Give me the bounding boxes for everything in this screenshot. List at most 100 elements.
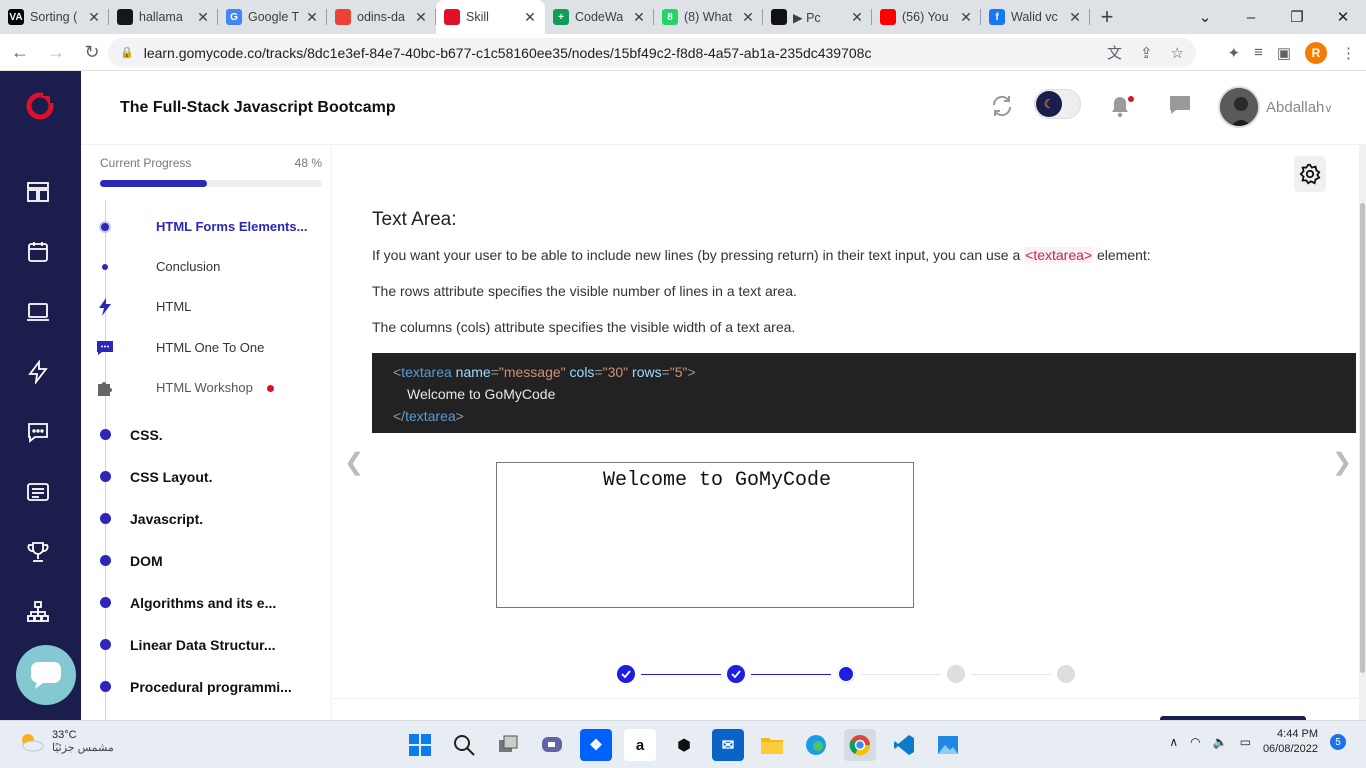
amazon-icon[interactable]: a — [624, 729, 656, 761]
browser-tab[interactable]: G Google T ✕ — [218, 0, 327, 34]
step-indicator[interactable] — [837, 665, 855, 683]
browser-tab[interactable]: ▶ Pc ✕ — [763, 0, 872, 34]
messages-icon[interactable] — [1168, 93, 1192, 117]
dark-mode-toggle[interactable]: ☾ — [1034, 89, 1081, 119]
tab-close-icon[interactable]: ✕ — [414, 9, 428, 26]
back-icon[interactable]: ← — [4, 36, 36, 68]
browser-tab[interactable]: f Walid vc ✕ — [981, 0, 1090, 34]
restore-button[interactable]: ❐ — [1274, 0, 1320, 34]
battery-icon[interactable]: ▭ — [1240, 735, 1251, 749]
page-scrollbar[interactable] — [1359, 145, 1366, 720]
wifi-icon[interactable]: ◠ — [1190, 735, 1200, 749]
tab-close-icon[interactable]: ✕ — [87, 9, 101, 26]
step-indicator[interactable] — [727, 665, 745, 683]
browser-tab[interactable]: Skill ✕ — [436, 0, 545, 34]
browser-tab[interactable]: VA Sorting (✕ — [0, 0, 109, 34]
search-icon[interactable] — [448, 729, 480, 761]
sidebar-section-item[interactable]: Algorithms and its e... — [130, 595, 276, 611]
dashboard-icon[interactable] — [25, 179, 51, 205]
sidebar-section-item[interactable]: Linear Data Structur... — [130, 637, 275, 653]
sidebar-section-item[interactable]: CSS Layout. — [130, 469, 212, 485]
media-control-icon[interactable]: ≡ — [1254, 44, 1263, 61]
sync-icon[interactable] — [990, 93, 1014, 119]
browser-tab[interactable]: 8 (8) What ✕ — [654, 0, 763, 34]
sidebar-lesson-item[interactable]: Conclusion — [156, 259, 220, 274]
menu-icon[interactable]: ⋮ — [1341, 44, 1356, 62]
mail-icon[interactable]: ✉ — [712, 729, 744, 761]
chevron-up-icon[interactable]: ∧ — [1169, 735, 1178, 749]
sidebar-lesson-item[interactable]: HTML — [156, 299, 191, 314]
chrome-icon[interactable] — [844, 729, 876, 761]
tab-close-icon[interactable]: ✕ — [741, 9, 755, 26]
calendar-icon[interactable] — [25, 239, 51, 265]
tab-close-icon[interactable]: ✕ — [1068, 9, 1082, 26]
vscode-icon[interactable] — [888, 729, 920, 761]
url-text[interactable]: learn.gomycode.co/tracks/8dc1e3ef-84e7-4… — [144, 45, 872, 61]
edge-icon[interactable] — [800, 729, 832, 761]
notification-bell-icon[interactable] — [1109, 93, 1135, 119]
tab-close-icon[interactable]: ✕ — [196, 9, 210, 26]
dropbox-icon[interactable]: ❖ — [580, 729, 612, 761]
sidebar-section-item[interactable]: Javascript. — [130, 511, 203, 527]
volume-icon[interactable]: 🔈 — [1213, 735, 1228, 749]
reload-icon[interactable]: ↻ — [76, 36, 108, 68]
bookmark-star-icon[interactable]: ☆ — [1171, 44, 1184, 62]
address-bar[interactable]: 🔒 learn.gomycode.co/tracks/8dc1e3ef-84e7… — [108, 38, 1196, 67]
sidebar-lesson-item[interactable]: HTML Workshop — [156, 380, 274, 395]
demo-textarea[interactable]: Welcome to GoMyCode — [496, 462, 914, 608]
settings-button[interactable] — [1294, 156, 1326, 192]
tab-close-icon[interactable]: ✕ — [305, 9, 319, 26]
tab-close-icon[interactable]: ✕ — [632, 9, 646, 26]
step-indicator[interactable] — [617, 665, 635, 683]
sidebar-section-item[interactable]: Procedural programmi... — [130, 679, 292, 695]
sidebar-section-item[interactable]: CSS. — [130, 427, 163, 443]
user-menu[interactable]: Abdallah∨ — [1266, 99, 1332, 116]
clock[interactable]: 4:44 PM 06/08/2022 — [1263, 727, 1318, 757]
sidebar-section-item[interactable]: DOM — [130, 553, 163, 569]
file-explorer-icon[interactable] — [756, 729, 788, 761]
task-view-icon[interactable] — [492, 729, 524, 761]
sidebar-lesson-label: HTML Workshop — [156, 380, 253, 395]
document-icon[interactable] — [25, 479, 51, 505]
previous-arrow-icon[interactable]: ❮ — [344, 448, 364, 477]
gomycode-logo-icon[interactable] — [25, 91, 55, 121]
trophy-icon[interactable] — [25, 539, 51, 565]
lightning-icon[interactable] — [25, 359, 51, 385]
windows-start-icon[interactable] — [404, 729, 436, 761]
tab-search-icon[interactable]: ⌄ — [1182, 0, 1228, 34]
step-indicator[interactable] — [947, 665, 965, 683]
sidebar-lesson-item[interactable]: HTML One To One — [156, 340, 264, 355]
hierarchy-icon[interactable] — [25, 599, 51, 625]
laptop-icon[interactable] — [25, 299, 51, 325]
sidebar-lesson-item[interactable]: HTML Forms Elements... — [156, 219, 307, 234]
browser-tab[interactable]: + CodeWa ✕ — [545, 0, 654, 34]
photos-icon[interactable] — [932, 729, 964, 761]
tab-close-icon[interactable]: ✕ — [959, 9, 973, 26]
browser-tab[interactable]: (56) You ✕ — [872, 0, 981, 34]
side-panel-icon[interactable]: ▣ — [1277, 44, 1291, 62]
tab-close-icon[interactable]: ✕ — [850, 9, 864, 26]
translate-icon[interactable]: 文 — [1107, 42, 1122, 63]
step-indicator[interactable] — [1057, 665, 1075, 683]
tab-close-icon[interactable]: ✕ — [523, 9, 537, 26]
chat-icon[interactable] — [25, 419, 51, 445]
close-window-button[interactable]: ✕ — [1320, 0, 1366, 34]
user-avatar[interactable] — [1218, 86, 1260, 128]
content-divider — [332, 698, 1360, 699]
weather-widget[interactable]: 33°C مشمس جزئيًا — [18, 729, 114, 754]
share-icon[interactable]: ⇪ — [1140, 44, 1153, 62]
new-tab-button[interactable]: + — [1090, 0, 1124, 34]
support-chat-button[interactable] — [16, 645, 76, 705]
teams-chat-icon[interactable] — [536, 729, 568, 761]
forward-icon[interactable]: → — [40, 36, 72, 68]
notification-badge[interactable]: 5 — [1330, 734, 1346, 750]
next-arrow-icon[interactable]: ❯ — [1332, 448, 1352, 477]
browser-tab[interactable]: hallama ✕ — [109, 0, 218, 34]
page-scrollbar-thumb[interactable] — [1360, 203, 1365, 673]
profile-avatar[interactable]: R — [1305, 41, 1327, 64]
minimize-button[interactable]: – — [1228, 0, 1274, 34]
section-dot — [100, 639, 111, 650]
browser-tab[interactable]: odins-da ✕ — [327, 0, 436, 34]
github-desktop-icon[interactable]: ⬢ — [668, 729, 700, 761]
extensions-icon[interactable]: ✦ — [1227, 44, 1240, 62]
